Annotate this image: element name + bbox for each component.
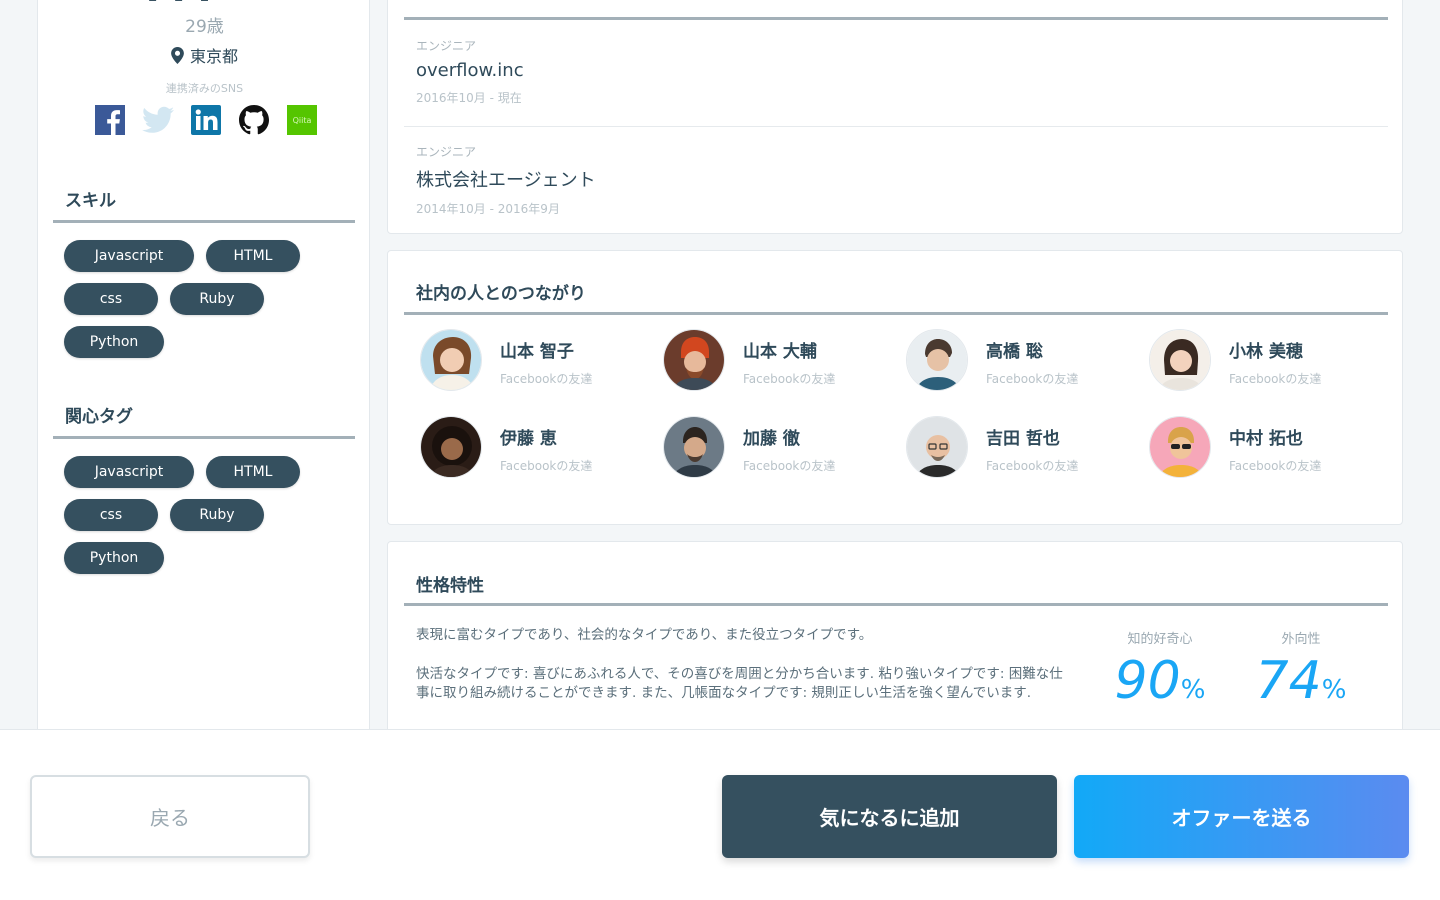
- connection-relation: Facebookの友達: [500, 459, 593, 473]
- connection-relation: Facebookの友達: [986, 372, 1079, 386]
- github-icon[interactable]: [238, 104, 270, 136]
- career-entry-divider: [404, 126, 1388, 127]
- avatar: [1149, 329, 1211, 391]
- metric-extraversion: 外向性 74%: [1246, 628, 1356, 707]
- metric-label: 知的好奇心: [1127, 632, 1193, 647]
- interests-tag-list: Javascript HTML css Ruby Python: [64, 456, 324, 574]
- metric-label: 外向性: [1281, 632, 1321, 647]
- back-button[interactable]: 戻る: [30, 775, 310, 858]
- interest-tag[interactable]: Ruby: [170, 499, 264, 531]
- interests-divider: [53, 436, 355, 439]
- profile-sidebar: ▪ ▪ ▪ 29歳 東京都 連携済みのSNS: [37, 0, 370, 740]
- career-company: overflow.inc: [416, 60, 524, 81]
- personality-summary: 表現に富むタイプであり、社会的なタイプであり、また役立つタイプです。: [416, 627, 873, 643]
- connection-item[interactable]: 中村 拓也 Facebookの友達: [1149, 416, 1392, 503]
- qiita-icon[interactable]: Qiita: [286, 104, 318, 136]
- location-label: 東京都: [189, 47, 238, 66]
- personality-card: 性格特性 表現に富むタイプであり、社会的なタイプであり、また役立つタイプです。 …: [387, 541, 1403, 761]
- skill-tag[interactable]: HTML: [206, 240, 300, 272]
- avatar: [420, 416, 482, 478]
- connection-name: 中村 拓也: [1229, 429, 1303, 449]
- connection-relation: Facebookの友達: [743, 372, 836, 386]
- connection-name: 加藤 徹: [743, 429, 800, 449]
- career-company: 株式会社エージェント: [416, 170, 596, 191]
- connection-relation: Facebookの友達: [743, 459, 836, 473]
- location-pin-icon: [171, 46, 184, 64]
- connection-item[interactable]: 吉田 哲也 Facebookの友達: [906, 416, 1149, 503]
- connection-relation: Facebookの友達: [1229, 459, 1322, 473]
- connection-item[interactable]: 加藤 徹 Facebookの友達: [663, 416, 906, 503]
- metric-value: 74%: [1255, 651, 1347, 711]
- avatar: [420, 329, 482, 391]
- avatar: [663, 416, 725, 478]
- connection-name: 山本 大輔: [743, 342, 817, 362]
- skill-tag[interactable]: css: [64, 283, 158, 315]
- connection-name: 伊藤 恵: [500, 429, 557, 449]
- career-period: 2014年10月 - 2016年9月: [416, 202, 560, 216]
- connection-item[interactable]: 高橋 聡 Facebookの友達: [906, 329, 1149, 416]
- connections-title: 社内の人とのつながり: [416, 284, 586, 304]
- metric-value: 90%: [1114, 651, 1206, 711]
- personality-title: 性格特性: [416, 576, 484, 596]
- connection-item[interactable]: 山本 大輔 Facebookの友達: [663, 329, 906, 416]
- career-card: エンジニア overflow.inc 2016年10月 - 現在 エンジニア 株…: [387, 0, 1403, 234]
- twitter-icon[interactable]: [142, 104, 174, 136]
- add-to-favorites-button[interactable]: 気になるに追加: [722, 775, 1057, 858]
- skill-tag[interactable]: Python: [64, 326, 164, 358]
- interest-tag[interactable]: Python: [64, 542, 164, 574]
- connection-name: 山本 智子: [500, 342, 574, 362]
- linkedin-icon[interactable]: [190, 104, 222, 136]
- connections-list: 山本 智子 Facebookの友達 山本 大輔 Facebookの友達 高橋 聡…: [420, 329, 1390, 503]
- skills-tag-list: Javascript HTML css Ruby Python: [64, 240, 324, 358]
- avatar: [1149, 416, 1211, 478]
- skills-title: スキル: [65, 191, 116, 211]
- connection-name: 吉田 哲也: [986, 429, 1060, 449]
- connection-relation: Facebookの友達: [500, 372, 593, 386]
- connection-item[interactable]: 小林 美穂 Facebookの友達: [1149, 329, 1392, 416]
- skills-divider: [53, 220, 355, 223]
- facebook-icon[interactable]: [94, 104, 126, 136]
- career-entry: エンジニア overflow.inc 2016年10月 - 現在: [416, 37, 1376, 106]
- connection-relation: Facebookの友達: [986, 459, 1079, 473]
- avatar: [906, 329, 968, 391]
- connections-card: 社内の人とのつながり 山本 智子 Facebookの友達 山本 大輔 Faceb…: [387, 250, 1403, 525]
- profile-location: 東京都: [38, 43, 371, 67]
- personality-detail: 快活なタイプです: 喜びにあふれる人で、その喜びを周囲と分かち合います. 粘り強…: [416, 666, 1063, 701]
- connection-item[interactable]: 山本 智子 Facebookの友達: [420, 329, 663, 416]
- connection-item[interactable]: 伊藤 恵 Facebookの友達: [420, 416, 663, 503]
- profile-age: 29歳: [185, 17, 224, 37]
- metric-curiosity: 知的好奇心 90%: [1100, 628, 1220, 707]
- avatar: [906, 416, 968, 478]
- avatar: [663, 329, 725, 391]
- profile-name-cropped: ▪ ▪ ▪: [148, 0, 278, 2]
- connection-relation: Facebookの友達: [1229, 372, 1322, 386]
- skill-tag[interactable]: Javascript: [64, 240, 194, 272]
- career-role: エンジニア: [416, 39, 477, 53]
- send-offer-button[interactable]: オファーを送る: [1074, 775, 1409, 858]
- connections-divider: [404, 312, 1388, 315]
- interest-tag[interactable]: Javascript: [64, 456, 194, 488]
- personality-divider: [404, 603, 1388, 606]
- interests-title: 関心タグ: [65, 407, 133, 427]
- career-role: エンジニア: [416, 145, 477, 159]
- sns-label: 連携済みのSNS: [165, 82, 244, 95]
- connection-name: 高橋 聡: [986, 342, 1043, 362]
- career-period: 2016年10月 - 現在: [416, 91, 522, 105]
- career-entry: エンジニア 株式会社エージェント 2014年10月 - 2016年9月: [416, 143, 1376, 217]
- personality-description: 表現に富むタイプであり、社会的なタイプであり、また役立つタイプです。 快活なタイ…: [416, 626, 1076, 703]
- action-bar: 戻る 気になるに追加 オファーを送る: [0, 729, 1440, 900]
- skill-tag[interactable]: Ruby: [170, 283, 264, 315]
- interest-tag[interactable]: HTML: [206, 456, 300, 488]
- connection-name: 小林 美穂: [1229, 342, 1303, 362]
- sns-links: Qiita: [94, 104, 318, 136]
- career-divider-top: [404, 17, 1388, 20]
- interest-tag[interactable]: css: [64, 499, 158, 531]
